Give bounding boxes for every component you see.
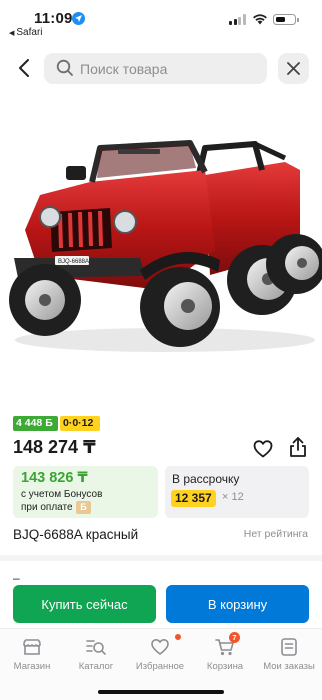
- heart-icon: [253, 440, 273, 458]
- home-indicator: [98, 690, 224, 694]
- rating-status[interactable]: Нет рейтинга: [244, 528, 308, 540]
- tab-favorites[interactable]: Избранное: [128, 629, 192, 679]
- add-to-cart-button[interactable]: В корзину: [166, 585, 309, 623]
- tab-orders[interactable]: Мои заказы: [257, 629, 321, 679]
- installment-badge: 0·0·12: [60, 416, 100, 431]
- store-icon: [23, 639, 41, 655]
- location-arrow-icon: [72, 12, 85, 25]
- front-right-wheel: [140, 267, 220, 347]
- chevron-left-icon: [19, 59, 29, 77]
- favorites-notification-dot: [175, 634, 181, 640]
- buy-now-button[interactable]: Купить сейчас: [13, 585, 156, 623]
- close-button[interactable]: [278, 53, 309, 84]
- wifi-icon: [253, 14, 267, 25]
- collapsed-section-dash: –: [13, 571, 20, 585]
- bonus-price: 143 826 ₸: [21, 470, 88, 486]
- search-icon: [56, 59, 73, 76]
- search-bar[interactable]: [44, 53, 267, 84]
- bonus-coin-icon: Б: [76, 501, 91, 514]
- status-time: 11:09: [34, 10, 73, 27]
- bonus-caption-line2: при оплате: [21, 502, 73, 513]
- installment-months: × 12: [222, 491, 244, 503]
- tab-label: Мои заказы: [263, 661, 315, 672]
- close-icon: [287, 62, 300, 75]
- installment-amount: 12 357: [171, 490, 216, 507]
- heart-icon: [151, 639, 169, 655]
- back-to-app-link[interactable]: ◀ Safari: [9, 27, 43, 38]
- tab-cart[interactable]: 7 Корзина: [193, 629, 257, 679]
- installment-label: В рассрочку: [172, 472, 240, 486]
- installment-card[interactable]: В рассрочку 12 357 × 12: [165, 466, 309, 518]
- bonus-price-card[interactable]: 143 826 ₸ с учетом Бонусов при оплате Б: [13, 466, 158, 518]
- orders-icon: [281, 638, 297, 656]
- catalog-icon: [86, 640, 106, 655]
- product-image[interactable]: BJQ-6688A: [0, 100, 322, 402]
- front-left-wheel: [9, 264, 81, 336]
- tab-label: Каталог: [78, 661, 114, 672]
- cart-count-badge: 7: [229, 632, 240, 643]
- cellular-signal-icon: [229, 14, 246, 25]
- back-button[interactable]: [14, 56, 36, 80]
- back-app-label: Safari: [16, 27, 43, 38]
- product-name: BJQ-6688A красный: [13, 527, 139, 542]
- search-input[interactable]: [80, 53, 260, 84]
- tab-catalog[interactable]: Каталог: [64, 629, 128, 679]
- license-plate: BJQ-6688A: [58, 259, 89, 265]
- tab-label: Магазин: [13, 661, 51, 672]
- share-icon: [290, 437, 306, 457]
- favorite-button[interactable]: [253, 439, 273, 459]
- tab-label: Корзина: [206, 661, 244, 672]
- battery-icon: [273, 14, 299, 25]
- share-button[interactable]: [288, 436, 308, 458]
- product-price: 148 274 ₸: [13, 437, 96, 457]
- bonus-caption-line1: с учетом Бонусов: [21, 489, 103, 500]
- section-divider: [0, 555, 322, 561]
- tab-label: Избранное: [135, 661, 185, 672]
- tab-store[interactable]: Магазин: [0, 629, 64, 679]
- status-bar: 11:09 ◀ Safari: [0, 0, 322, 40]
- bonus-badge: 4 448 Б: [13, 416, 58, 431]
